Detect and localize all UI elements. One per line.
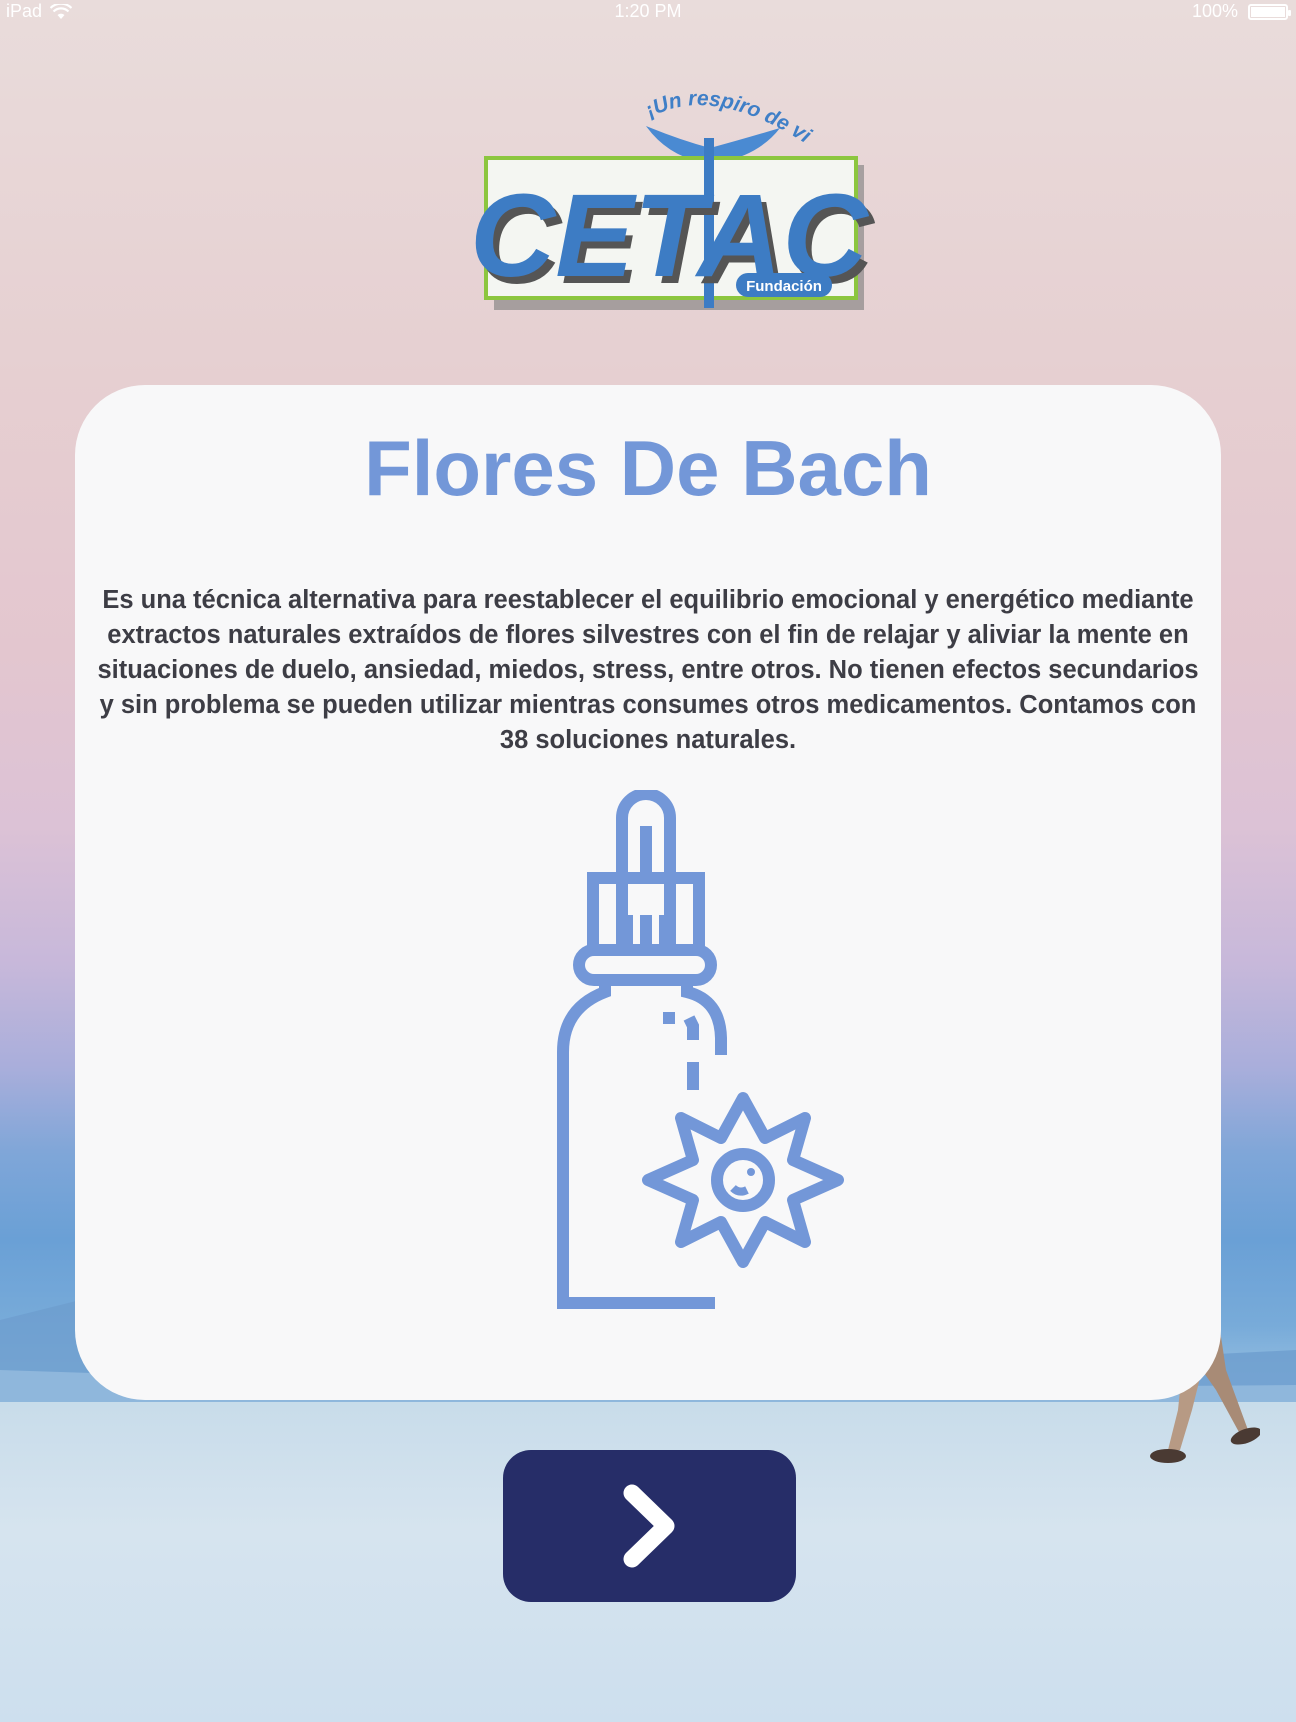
next-button[interactable] [503, 1450, 796, 1602]
description-text: Es una técnica alternativa para reestabl… [97, 586, 1199, 754]
dropper-bottle-flower-icon [557, 790, 844, 1309]
chevron-right-icon [623, 1484, 674, 1568]
cetac-logo: ¡Un respiro de vida! CETAC CETAC Fundaci… [460, 88, 875, 310]
logo-subtitle: Fundación [746, 278, 822, 295]
battery-percent: 100% [1191, 1, 1238, 21]
page-title: Flores De Bach [364, 424, 932, 512]
status-bar: iPad 1:20 PM 100% [0, 0, 1296, 24]
battery-icon [1248, 3, 1291, 20]
info-card: Flores De Bach Es una técnica alternativ… [75, 385, 1221, 1400]
status-right: 100% [1191, 1, 1291, 22]
status-time: 1:20 PM [614, 1, 682, 21]
